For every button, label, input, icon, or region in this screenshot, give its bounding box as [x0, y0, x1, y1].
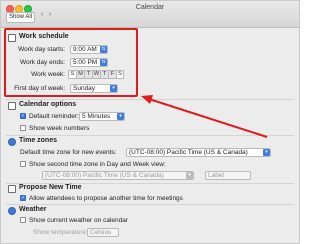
arrow-shaft: [148, 98, 268, 138]
preferences-window: Calendar Show All ‹ › Work schedule Work…: [0, 0, 300, 244]
arrow-head: [141, 95, 153, 104]
annotation-arrow: [141, 95, 268, 138]
